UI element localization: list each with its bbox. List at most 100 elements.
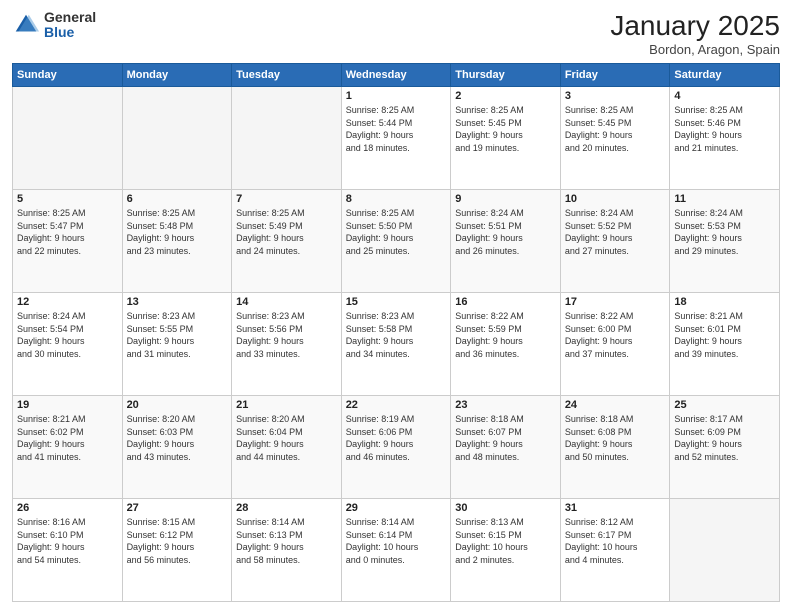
day-number: 2 [455,90,556,102]
day-number: 18 [674,296,775,308]
day-number: 17 [565,296,666,308]
day-info: Sunrise: 8:20 AM Sunset: 6:03 PM Dayligh… [127,413,228,463]
day-number: 5 [17,193,118,205]
day-info: Sunrise: 8:21 AM Sunset: 6:02 PM Dayligh… [17,413,118,463]
day-info: Sunrise: 8:24 AM Sunset: 5:52 PM Dayligh… [565,207,666,257]
day-number: 24 [565,399,666,411]
day-number: 28 [236,502,337,514]
calendar-table: SundayMondayTuesdayWednesdayThursdayFrid… [12,63,780,602]
day-number: 15 [346,296,447,308]
day-header-saturday: Saturday [670,64,780,87]
day-info: Sunrise: 8:23 AM Sunset: 5:56 PM Dayligh… [236,310,337,360]
day-number: 16 [455,296,556,308]
day-info: Sunrise: 8:14 AM Sunset: 6:14 PM Dayligh… [346,516,447,566]
day-cell [232,87,342,190]
day-cell: 1Sunrise: 8:25 AM Sunset: 5:44 PM Daylig… [341,87,451,190]
day-number: 27 [127,502,228,514]
day-cell: 19Sunrise: 8:21 AM Sunset: 6:02 PM Dayli… [13,396,123,499]
day-number: 29 [346,502,447,514]
day-info: Sunrise: 8:18 AM Sunset: 6:08 PM Dayligh… [565,413,666,463]
day-cell [670,499,780,602]
day-cell: 18 Sunrise: 8:21 AM Sunset: 6:01 PM Dayli… [670,293,780,396]
day-info: Sunrise: 8:13 AM Sunset: 6:15 PM Dayligh… [455,516,556,566]
day-info: Sunrise: 8:25 AM Sunset: 5:44 PM Dayligh… [346,104,447,154]
title-block: January 2025 Bordon, Aragon, Spain [610,10,780,57]
day-info: Sunrise: 8:17 AM Sunset: 6:09 PM Dayligh… [674,413,775,463]
day-number: 31 [565,502,666,514]
logo: General Blue [12,10,96,41]
day-info: Sunrise: 8:24 AM Sunset: 5:54 PM Dayligh… [17,310,118,360]
day-info: Sunrise: 8:25 AM Sunset: 5:48 PM Dayligh… [127,207,228,257]
day-info: Sunrise: 8:24 AM Sunset: 5:53 PM Dayligh… [674,207,775,257]
day-cell: 22 Sunrise: 8:19 AM Sunset: 6:06 PM Dayli… [341,396,451,499]
day-cell: 8 Sunrise: 8:25 AM Sunset: 5:50 PM Daylig… [341,190,451,293]
day-number: 11 [674,193,775,205]
day-cell: 23Sunrise: 8:18 AM Sunset: 6:07 PM Dayli… [451,396,561,499]
day-header-wednesday: Wednesday [341,64,451,87]
day-info: Sunrise: 8:21 AM Sunset: 6:01 PM Dayligh… [674,310,775,360]
day-number: 7 [236,193,337,205]
day-cell: 29 Sunrise: 8:14 AM Sunset: 6:14 PM Dayli… [341,499,451,602]
calendar-container: General Blue January 2025 Bordon, Aragon… [0,0,792,612]
day-info: Sunrise: 8:15 AM Sunset: 6:12 PM Dayligh… [127,516,228,566]
day-cell: 27 Sunrise: 8:15 AM Sunset: 6:12 PM Dayli… [122,499,232,602]
week-row-1: 1Sunrise: 8:25 AM Sunset: 5:44 PM Daylig… [13,87,780,190]
day-number: 12 [17,296,118,308]
logo-icon [12,11,40,39]
week-row-5: 26 Sunrise: 8:16 AM Sunset: 6:10 PM Dayli… [13,499,780,602]
day-number: 13 [127,296,228,308]
day-cell [122,87,232,190]
logo-blue-label: Blue [44,25,96,40]
calendar-subtitle: Bordon, Aragon, Spain [610,42,780,57]
day-cell: 16 Sunrise: 8:22 AM Sunset: 5:59 PM Dayli… [451,293,561,396]
day-number: 25 [674,399,775,411]
day-header-monday: Monday [122,64,232,87]
day-cell: 20 Sunrise: 8:20 AM Sunset: 6:03 PM Dayli… [122,396,232,499]
day-number: 8 [346,193,447,205]
day-cell: 10 Sunrise: 8:24 AM Sunset: 5:52 PM Dayli… [560,190,670,293]
day-info: Sunrise: 8:20 AM Sunset: 6:04 PM Dayligh… [236,413,337,463]
day-number: 22 [346,399,447,411]
day-number: 26 [17,502,118,514]
day-info: Sunrise: 8:22 AM Sunset: 5:59 PM Dayligh… [455,310,556,360]
day-info: Sunrise: 8:25 AM Sunset: 5:49 PM Dayligh… [236,207,337,257]
day-cell: 28 Sunrise: 8:14 AM Sunset: 6:13 PM Dayli… [232,499,342,602]
day-info: Sunrise: 8:12 AM Sunset: 6:17 PM Dayligh… [565,516,666,566]
header-row: SundayMondayTuesdayWednesdayThursdayFrid… [13,64,780,87]
week-row-3: 12 Sunrise: 8:24 AM Sunset: 5:54 PM Dayli… [13,293,780,396]
day-info: Sunrise: 8:18 AM Sunset: 6:07 PM Dayligh… [455,413,556,463]
header: General Blue January 2025 Bordon, Aragon… [12,10,780,57]
day-info: Sunrise: 8:24 AM Sunset: 5:51 PM Dayligh… [455,207,556,257]
logo-text: General Blue [44,10,96,41]
day-header-tuesday: Tuesday [232,64,342,87]
day-cell: 17 Sunrise: 8:22 AM Sunset: 6:00 PM Dayli… [560,293,670,396]
day-info: Sunrise: 8:25 AM Sunset: 5:46 PM Dayligh… [674,104,775,154]
day-cell: 4Sunrise: 8:25 AM Sunset: 5:46 PM Daylig… [670,87,780,190]
week-row-2: 5 Sunrise: 8:25 AM Sunset: 5:47 PM Daylig… [13,190,780,293]
day-cell: 9 Sunrise: 8:24 AM Sunset: 5:51 PM Daylig… [451,190,561,293]
day-number: 20 [127,399,228,411]
day-info: Sunrise: 8:25 AM Sunset: 5:50 PM Dayligh… [346,207,447,257]
day-cell: 11 Sunrise: 8:24 AM Sunset: 5:53 PM Dayli… [670,190,780,293]
day-cell: 5 Sunrise: 8:25 AM Sunset: 5:47 PM Daylig… [13,190,123,293]
day-info: Sunrise: 8:19 AM Sunset: 6:06 PM Dayligh… [346,413,447,463]
day-cell: 30Sunrise: 8:13 AM Sunset: 6:15 PM Dayli… [451,499,561,602]
day-number: 9 [455,193,556,205]
day-number: 3 [565,90,666,102]
day-cell [13,87,123,190]
day-cell: 21 Sunrise: 8:20 AM Sunset: 6:04 PM Dayli… [232,396,342,499]
day-info: Sunrise: 8:16 AM Sunset: 6:10 PM Dayligh… [17,516,118,566]
day-info: Sunrise: 8:22 AM Sunset: 6:00 PM Dayligh… [565,310,666,360]
day-info: Sunrise: 8:25 AM Sunset: 5:45 PM Dayligh… [455,104,556,154]
day-cell: 26 Sunrise: 8:16 AM Sunset: 6:10 PM Dayli… [13,499,123,602]
day-number: 21 [236,399,337,411]
day-header-sunday: Sunday [13,64,123,87]
day-cell: 6 Sunrise: 8:25 AM Sunset: 5:48 PM Daylig… [122,190,232,293]
day-info: Sunrise: 8:23 AM Sunset: 5:58 PM Dayligh… [346,310,447,360]
day-info: Sunrise: 8:14 AM Sunset: 6:13 PM Dayligh… [236,516,337,566]
day-info: Sunrise: 8:25 AM Sunset: 5:47 PM Dayligh… [17,207,118,257]
day-number: 6 [127,193,228,205]
day-number: 14 [236,296,337,308]
day-cell: 13Sunrise: 8:23 AM Sunset: 5:55 PM Dayli… [122,293,232,396]
day-number: 10 [565,193,666,205]
